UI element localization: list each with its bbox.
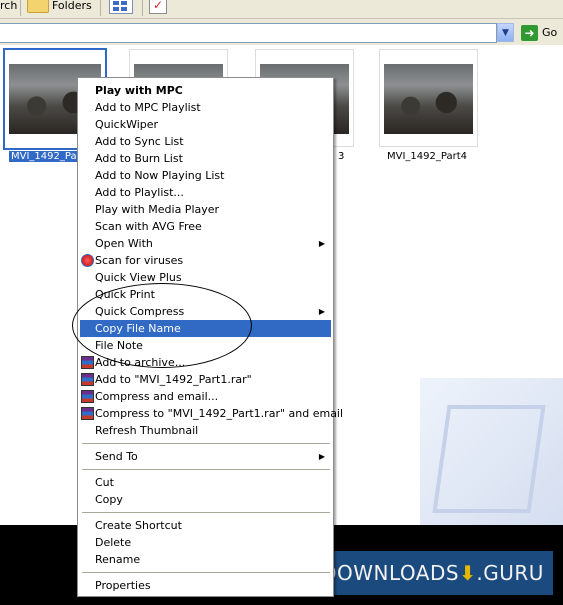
menu-item-add-to-mpc-playlist[interactable]: Add to MPC Playlist [80, 99, 331, 116]
submenu-arrow-icon: ▶ [318, 452, 325, 461]
menu-item-copy-file-name[interactable]: Copy File Name [80, 320, 331, 337]
menu-item-scan-for-viruses[interactable]: Scan for viruses [80, 252, 331, 269]
menu-item-label: Rename [95, 553, 141, 566]
menu-separator [82, 469, 330, 470]
menu-item-label: Quick View Plus [95, 271, 182, 284]
menu-item-create-shortcut[interactable]: Create Shortcut [80, 517, 331, 534]
menu-separator [82, 443, 330, 444]
menu-item-label: Add to Now Playing List [95, 169, 225, 182]
menu-item-label: Compress to "MVI_1492_Part1.rar" and ema… [95, 407, 344, 420]
menu-item-label: Copy File Name [95, 322, 181, 335]
menu-item-add-to-burn-list[interactable]: Add to Burn List [80, 150, 331, 167]
brand-left-text: DOWNLOADS [321, 561, 460, 585]
toolbar-separator [142, 0, 143, 16]
address-input[interactable] [0, 23, 497, 43]
submenu-arrow-icon: ▶ [318, 307, 325, 316]
chevron-down-icon[interactable]: ▼ [497, 23, 514, 42]
menu-separator [82, 512, 330, 513]
folders-button-label[interactable]: Folders [52, 0, 92, 12]
menu-item-refresh-thumbnail[interactable]: Refresh Thumbnail [80, 422, 331, 439]
menu-item-label: Copy [95, 493, 123, 506]
file-name[interactable]: 3 [338, 151, 344, 162]
menu-item-label: Refresh Thumbnail [95, 424, 199, 437]
menu-item-play-with-media-player[interactable]: Play with Media Player [80, 201, 331, 218]
menu-item-label: Add to Burn List [95, 152, 183, 165]
menu-item-open-with[interactable]: Open With ▶ [80, 235, 331, 252]
file-name[interactable]: MVI_1492_Pa [9, 151, 79, 162]
menu-item-label: Play with MPC [95, 84, 183, 97]
toolbar: rch Folders ✓ [0, 0, 563, 19]
menu-item-label: Create Shortcut [95, 519, 182, 532]
menu-item-label: Add to Playlist... [95, 186, 184, 199]
menu-item-compress-to-rar-and-email[interactable]: Compress to "MVI_1492_Part1.rar" and ema… [80, 405, 343, 422]
menu-item-play-with-mpc[interactable]: Play with MPC [80, 82, 331, 99]
download-arrow-icon: ⬇ [459, 561, 477, 585]
file-name[interactable]: MVI_1492_Part4 [387, 151, 467, 162]
winrar-icon [81, 373, 94, 386]
menu-item-label: Add to "MVI_1492_Part1.rar" [95, 373, 252, 386]
menu-item-rename[interactable]: Rename [80, 551, 331, 568]
menu-separator [82, 572, 330, 573]
menu-item-add-to-rar[interactable]: Add to "MVI_1492_Part1.rar" [80, 371, 331, 388]
menu-item-cut[interactable]: Cut [80, 474, 331, 491]
menu-item-quick-print[interactable]: Quick Print [80, 286, 331, 303]
menu-item-label: QuickWiper [95, 118, 159, 131]
menu-item-file-note[interactable]: File Note [80, 337, 331, 354]
search-button-label[interactable]: rch [0, 0, 17, 12]
menu-item-scan-with-avg[interactable]: Scan with AVG Free [80, 218, 331, 235]
film-strip-icon [432, 405, 546, 513]
menu-item-copy[interactable]: Copy [80, 491, 331, 508]
toolbar-separator [100, 0, 101, 16]
go-arrow-icon[interactable]: ➜ [521, 25, 538, 41]
menu-item-label: Scan for viruses [95, 254, 184, 267]
brand-right-text: .GURU [476, 561, 544, 585]
menu-item-compress-and-email[interactable]: Compress and email... [80, 388, 331, 405]
menu-item-add-to-now-playing[interactable]: Add to Now Playing List [80, 167, 331, 184]
menu-item-add-to-archive[interactable]: Add to archive... [80, 354, 331, 371]
folder-icon[interactable] [27, 0, 49, 13]
file-thumbnail[interactable] [379, 49, 478, 147]
menu-item-label: Open With [95, 237, 153, 250]
menu-item-label: Add to MPC Playlist [95, 101, 201, 114]
winrar-icon [81, 356, 94, 369]
menu-item-label: Scan with AVG Free [95, 220, 202, 233]
menu-item-quickwiper[interactable]: QuickWiper [80, 116, 331, 133]
downloads-guru-logo: DOWNLOADS⬇.GURU [312, 551, 553, 595]
submenu-arrow-icon: ▶ [318, 239, 325, 248]
menu-item-label: File Note [95, 339, 143, 352]
menu-item-quick-view-plus[interactable]: Quick View Plus [80, 269, 331, 286]
menu-item-properties[interactable]: Properties [80, 577, 331, 594]
menu-item-quick-compress[interactable]: Quick Compress ▶ [80, 303, 331, 320]
menu-item-label: Quick Compress [95, 305, 185, 318]
menu-item-label: Properties [95, 579, 151, 592]
virus-scan-icon [81, 254, 94, 267]
menu-item-add-to-playlist[interactable]: Add to Playlist... [80, 184, 331, 201]
menu-item-label: Delete [95, 536, 132, 549]
menu-item-label: Play with Media Player [95, 203, 220, 216]
menu-item-label: Send To [95, 450, 138, 463]
menu-item-add-to-sync-list[interactable]: Add to Sync List [80, 133, 331, 150]
go-button[interactable]: Go [542, 26, 557, 39]
winrar-icon [81, 390, 94, 403]
address-bar: ▼ ➜ Go [0, 19, 563, 45]
menu-item-label: Add to archive... [95, 356, 186, 369]
context-menu: Play with MPC Add to MPC Playlist QuickW… [77, 77, 343, 597]
menu-item-send-to[interactable]: Send To ▶ [80, 448, 331, 465]
views-icon[interactable] [109, 0, 133, 14]
menu-item-label: Add to Sync List [95, 135, 184, 148]
checkmark-icon[interactable]: ✓ [149, 0, 167, 14]
menu-item-label: Quick Print [95, 288, 155, 301]
winrar-icon [81, 407, 94, 420]
toolbar-separator [20, 0, 21, 16]
menu-item-delete[interactable]: Delete [80, 534, 331, 551]
menu-item-label: Compress and email... [95, 390, 219, 403]
menu-item-label: Cut [95, 476, 114, 489]
